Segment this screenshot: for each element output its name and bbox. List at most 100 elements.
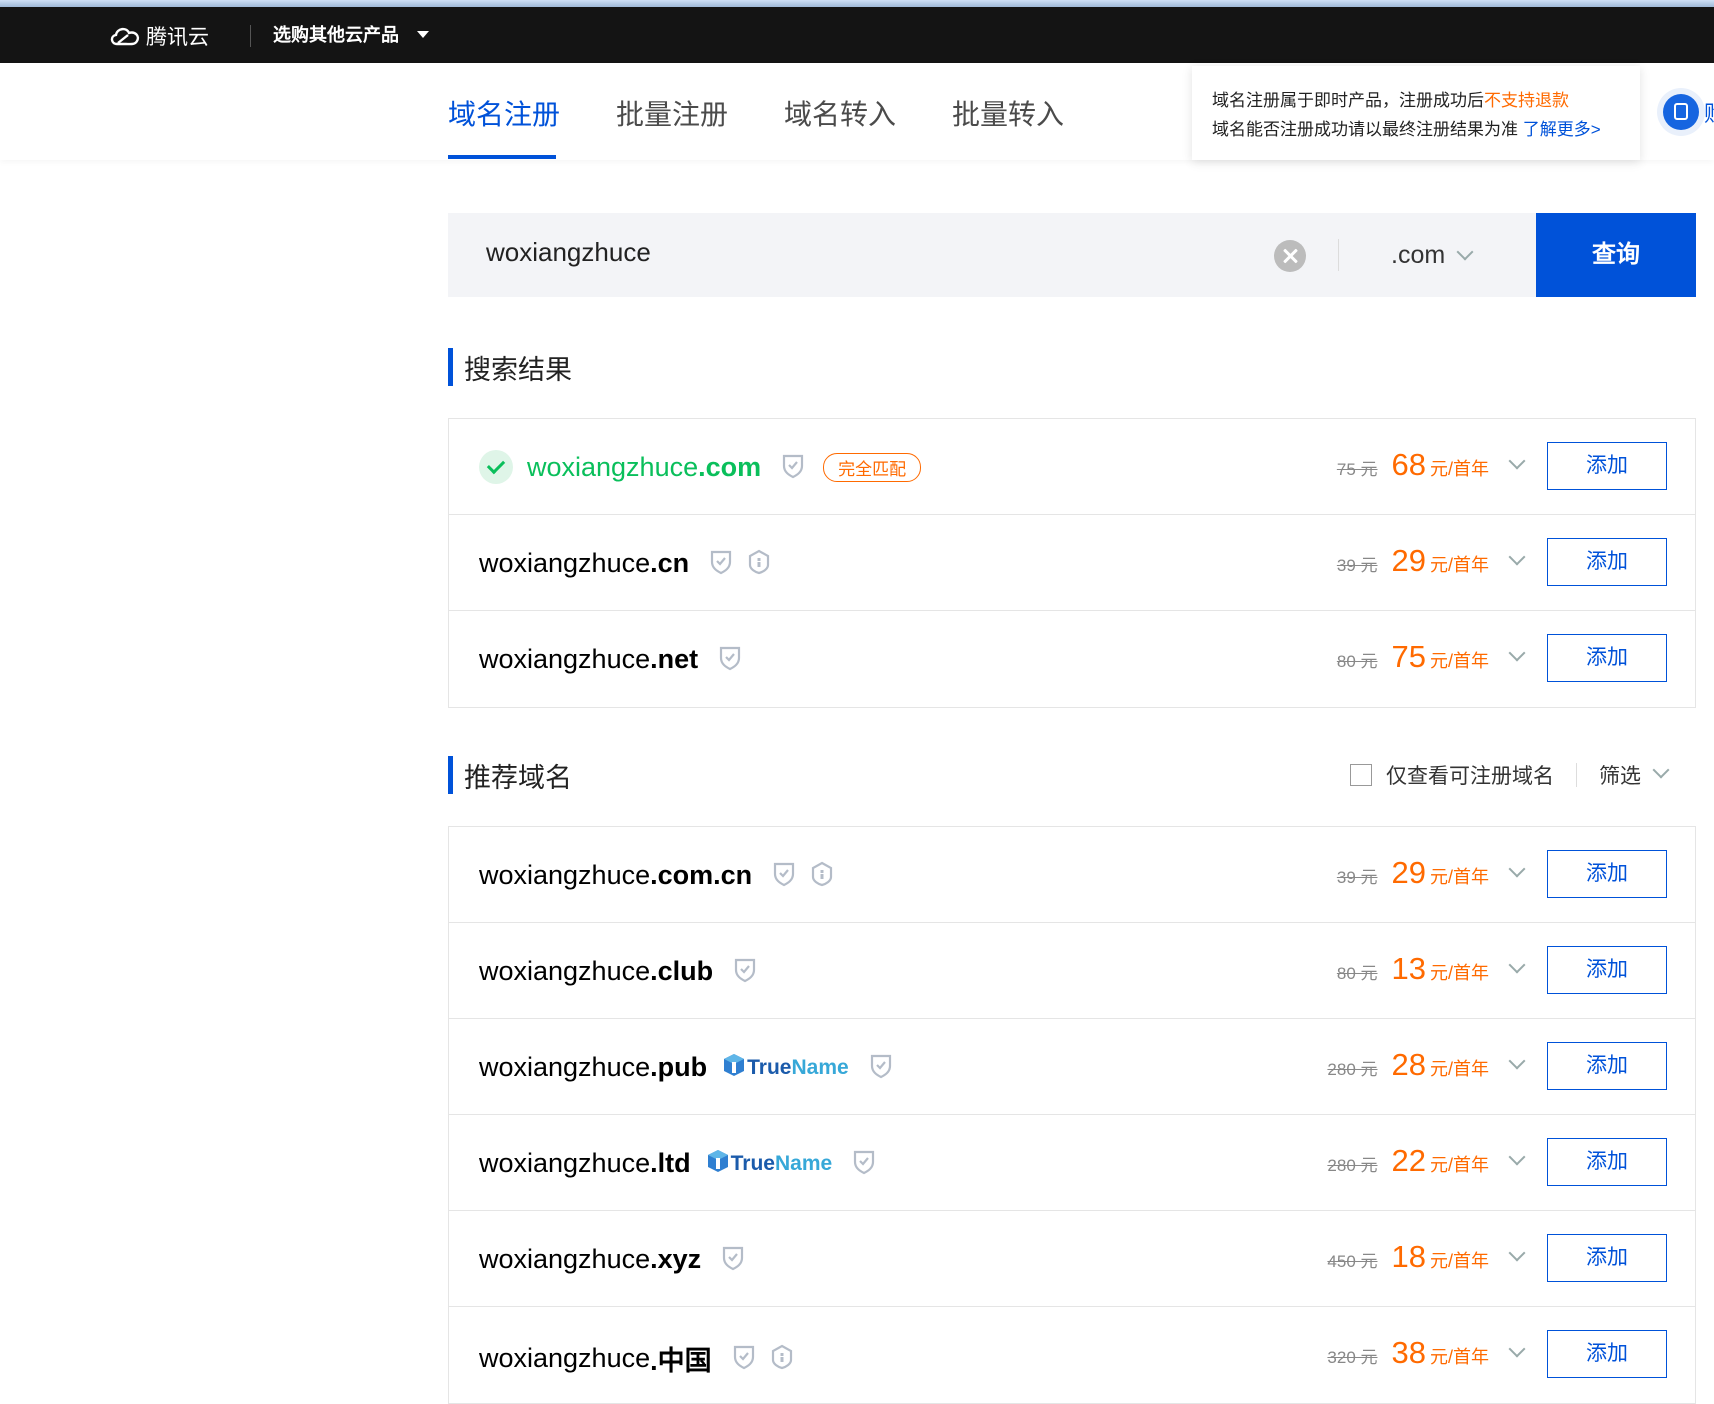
sale-price: 29	[1391, 855, 1426, 890]
other-products-menu[interactable]: 选购其他云产品	[273, 21, 429, 47]
filter-dropdown[interactable]: 筛选	[1599, 760, 1670, 790]
add-to-cart-button[interactable]: 添加	[1547, 850, 1667, 898]
domain-name: woxiangzhuce .ltd True Name	[479, 1147, 876, 1180]
cart-float-label[interactable]: 购	[1704, 96, 1714, 128]
price-unit: 元/首年	[1429, 555, 1489, 575]
original-price: 75 元	[1336, 460, 1378, 479]
tab-domain-transfer[interactable]: 域名转入	[784, 93, 896, 133]
notice-tooltip: 域名注册属于即时产品，注册成功后不支持退款 域名能否注册成功请以最终注册结果为准…	[1192, 66, 1640, 160]
search-results-title: 搜索结果	[448, 348, 572, 387]
domain-base: woxiangzhuce	[527, 452, 699, 482]
price-block[interactable]: 39 元 29 元/首年	[1337, 855, 1526, 891]
original-price: 280 元	[1327, 1156, 1378, 1175]
sale-price: 13	[1391, 951, 1426, 986]
add-to-cart-button[interactable]: 添加	[1547, 538, 1667, 586]
chevron-down-icon[interactable]	[1508, 644, 1526, 662]
available-only-checkbox[interactable]	[1350, 764, 1372, 786]
add-to-cart-button[interactable]: 添加	[1547, 1330, 1667, 1378]
shield-check-icon	[732, 1344, 756, 1377]
domain-name: woxiangzhuce .pub True Name	[479, 1051, 893, 1084]
price-block[interactable]: 320 元 38 元/首年	[1327, 1335, 1526, 1371]
price-unit: 元/首年	[1429, 1059, 1489, 1079]
chevron-down-icon[interactable]	[1508, 1052, 1526, 1070]
chevron-down-icon[interactable]	[1508, 1148, 1526, 1166]
domain-row: woxiangzhuce .pub True Name 280 元 28 元/首年 添加	[449, 1019, 1695, 1115]
add-to-cart-button[interactable]: 添加	[1547, 1042, 1667, 1090]
price-block[interactable]: 280 元 22 元/首年	[1327, 1143, 1526, 1179]
add-to-cart-button[interactable]: 添加	[1547, 442, 1667, 490]
chevron-down-icon[interactable]	[1508, 548, 1526, 566]
available-only-label[interactable]: 仅查看可注册域名	[1386, 760, 1554, 790]
notice-line-1-text: 域名注册属于即时产品，注册成功后	[1212, 91, 1484, 110]
domain-row: woxiangzhuce .cn 39 元 29 元/首年 添加	[449, 515, 1695, 611]
truename-logo-icon	[707, 1149, 729, 1179]
tld-select[interactable]: .com	[1391, 241, 1474, 270]
search-results-list: woxiangzhuce .com 完全匹配 75 元 68 元/首年 添加 woxiangz…	[448, 418, 1696, 708]
notice-line-1: 域名注册属于即时产品，注册成功后不支持退款	[1212, 86, 1569, 111]
domain-row: woxiangzhuce .net 80 元 75 元/首年 添加	[449, 611, 1695, 707]
security-shield-icon	[747, 549, 771, 582]
chevron-down-icon[interactable]	[1508, 860, 1526, 878]
brand-name: 腾讯云	[146, 26, 209, 49]
domain-tld: .com	[698, 452, 762, 482]
notice-line-2-text: 域名能否注册成功请以最终注册结果为准	[1212, 120, 1518, 139]
notice-line-2: 域名能否注册成功请以最终注册结果为准 了解更多>	[1212, 115, 1601, 140]
security-shield-icon	[770, 1344, 794, 1377]
chevron-down-icon	[1456, 243, 1474, 261]
truename-text-2: Name	[774, 1151, 833, 1175]
domain-row: woxiangzhuce .xyz 450 元 18 元/首年 添加	[449, 1211, 1695, 1307]
sale-price: 29	[1391, 543, 1426, 578]
add-to-cart-button[interactable]: 添加	[1547, 1138, 1667, 1186]
domain-name: woxiangzhuce .中国	[479, 1339, 794, 1378]
security-shield-icon	[810, 861, 834, 894]
cart-float-button[interactable]	[1663, 94, 1699, 130]
domain-row: woxiangzhuce .com 完全匹配 75 元 68 元/首年 添加	[449, 419, 1695, 515]
sale-price: 38	[1391, 1335, 1426, 1370]
domain-row: woxiangzhuce .com.cn 39 元 29 元/首年 添加	[449, 827, 1695, 923]
chevron-down-icon	[1652, 761, 1670, 779]
tab-bulk-register[interactable]: 批量注册	[616, 93, 728, 133]
price-block[interactable]: 280 元 28 元/首年	[1327, 1047, 1526, 1083]
domain-name: woxiangzhuce .net	[479, 643, 742, 676]
chevron-down-icon[interactable]	[1508, 1340, 1526, 1358]
price-block[interactable]: 80 元 13 元/首年	[1337, 951, 1526, 987]
header-divider	[250, 25, 251, 47]
query-button[interactable]: 查询	[1536, 213, 1696, 297]
price-unit: 元/首年	[1429, 1347, 1489, 1367]
price-block[interactable]: 39 元 29 元/首年	[1337, 543, 1526, 579]
domain-tld: .net	[650, 644, 699, 674]
domain-search-input[interactable]	[486, 237, 1186, 268]
recommended-domains-list: woxiangzhuce .com.cn 39 元 29 元/首年 添加 woxiangzh…	[448, 826, 1696, 1404]
learn-more-link[interactable]: 了解更多>	[1523, 120, 1601, 139]
price-block[interactable]: 80 元 75 元/首年	[1336, 639, 1526, 675]
domain-tld: .club	[650, 956, 714, 986]
tencent-cloud-logo[interactable]: 腾讯云	[108, 21, 209, 51]
original-price: 80 元	[1336, 652, 1378, 671]
price-block[interactable]: 75 元 68 元/首年	[1336, 447, 1526, 483]
price-unit: 元/首年	[1429, 1155, 1489, 1175]
domain-row: woxiangzhuce .中国 320 元 38 元/首年 添加	[449, 1307, 1695, 1403]
price-block[interactable]: 450 元 18 元/首年	[1327, 1239, 1526, 1275]
truename-badge: True Name	[723, 1053, 849, 1083]
domain-tld: .中国	[650, 1346, 712, 1376]
add-to-cart-button[interactable]: 添加	[1547, 634, 1667, 682]
clear-input-icon[interactable]	[1274, 240, 1306, 272]
tab-bulk-transfer[interactable]: 批量转入	[952, 93, 1064, 133]
sale-price: 75	[1391, 639, 1426, 674]
add-to-cart-button[interactable]: 添加	[1547, 1234, 1667, 1282]
other-products-label: 选购其他云产品	[273, 25, 399, 45]
add-to-cart-button[interactable]: 添加	[1547, 946, 1667, 994]
chevron-down-icon[interactable]	[1508, 956, 1526, 974]
truename-text-1: True	[747, 1055, 792, 1079]
domain-row: woxiangzhuce .club 80 元 13 元/首年 添加	[449, 923, 1695, 1019]
exact-match-badge: 完全匹配	[823, 453, 922, 482]
chevron-down-icon[interactable]	[1508, 1244, 1526, 1262]
domain-name: woxiangzhuce .com 完全匹配	[527, 451, 922, 484]
domain-base: woxiangzhuce	[479, 1343, 651, 1373]
chevron-down-icon[interactable]	[1508, 452, 1526, 470]
truename-badge: True Name	[707, 1149, 833, 1179]
domain-base: woxiangzhuce	[479, 956, 651, 986]
tab-domain-register[interactable]: 域名注册	[448, 93, 560, 133]
domain-base: woxiangzhuce	[479, 1052, 651, 1082]
price-unit: 元/首年	[1429, 651, 1489, 671]
